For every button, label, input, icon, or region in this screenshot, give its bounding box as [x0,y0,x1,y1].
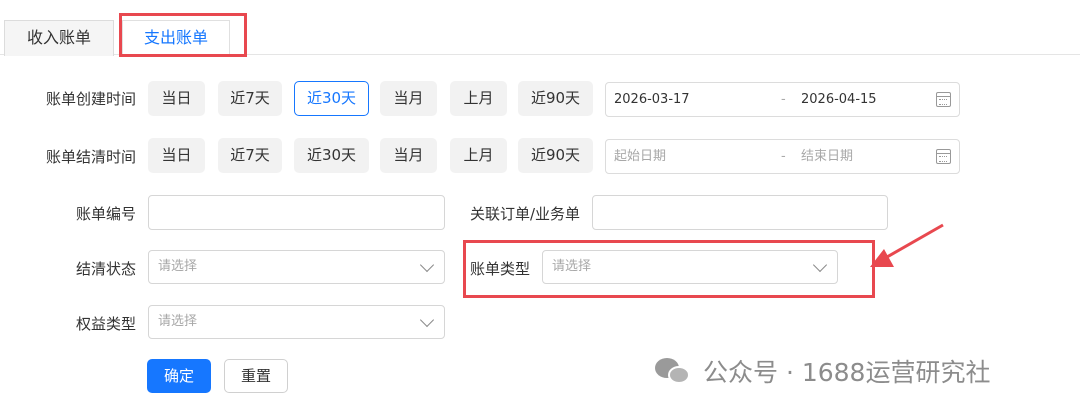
create-range-today-button[interactable]: 当日 [148,81,205,116]
settle-range-90d-button[interactable]: 近90天 [518,138,593,173]
settle-end-date[interactable]: 结束日期 [801,140,853,173]
create-date-range-picker[interactable]: 2026-03-17 - 2026-04-15 [605,82,960,117]
related-order-label: 关联订单/业务单 [469,205,580,223]
bill-type-select[interactable]: 请选择 [542,250,838,284]
confirm-button[interactable]: 确定 [147,359,211,393]
related-order-input[interactable] [592,195,888,230]
settle-range-today-button[interactable]: 当日 [148,138,205,173]
settle-date-range-picker[interactable]: 起始日期 - 结束日期 [605,139,960,174]
select-placeholder: 请选择 [552,259,592,274]
reset-button[interactable]: 重置 [224,359,288,393]
tab-income[interactable]: 收入账单 [4,20,114,56]
watermark: 公众号 · 1688运营研究社 [655,352,990,390]
wechat-icon [655,356,695,386]
bill-type-label: 账单类型 [469,260,530,278]
create-range-90d-button[interactable]: 近90天 [518,81,593,116]
watermark-text: 公众号 · 1688运营研究社 [703,358,991,387]
chevron-down-icon[interactable] [419,312,435,328]
settle-range-month-button[interactable]: 当月 [380,138,437,173]
calendar-icon[interactable] [936,149,951,164]
arrow-annotation [870,223,944,267]
rights-type-select[interactable]: 请选择 [148,305,445,339]
bill-no-input[interactable] [148,195,445,230]
create-range-30d-button[interactable]: 近30天 [294,81,369,116]
create-range-month-button[interactable]: 当月 [380,81,437,116]
settle-start-date[interactable]: 起始日期 [614,140,666,173]
settle-range-last-month-button[interactable]: 上月 [450,138,507,173]
bill-tabs: 收入账单 支出账单 [0,0,1080,57]
range-separator: - [781,149,786,164]
create-end-date[interactable]: 2026-04-15 [801,83,877,116]
chevron-down-icon[interactable] [812,257,828,273]
range-separator: - [781,92,786,107]
tab-expense[interactable]: 支出账单 [122,20,230,57]
create-range-last-month-button[interactable]: 上月 [450,81,507,116]
select-placeholder: 请选择 [158,314,198,329]
create-range-7d-button[interactable]: 近7天 [218,81,282,116]
rights-type-label: 权益类型 [75,315,136,333]
settle-time-label: 账单结清时间 [45,148,136,166]
calendar-icon[interactable] [936,92,951,107]
create-start-date[interactable]: 2026-03-17 [614,83,690,116]
create-time-label: 账单创建时间 [45,90,136,108]
bill-no-label: 账单编号 [75,205,136,223]
select-placeholder: 请选择 [158,259,198,274]
settle-status-select[interactable]: 请选择 [148,250,445,284]
chevron-down-icon[interactable] [419,257,435,273]
settle-range-30d-button[interactable]: 近30天 [294,138,369,173]
settle-status-label: 结清状态 [75,260,136,278]
settle-range-7d-button[interactable]: 近7天 [218,138,282,173]
